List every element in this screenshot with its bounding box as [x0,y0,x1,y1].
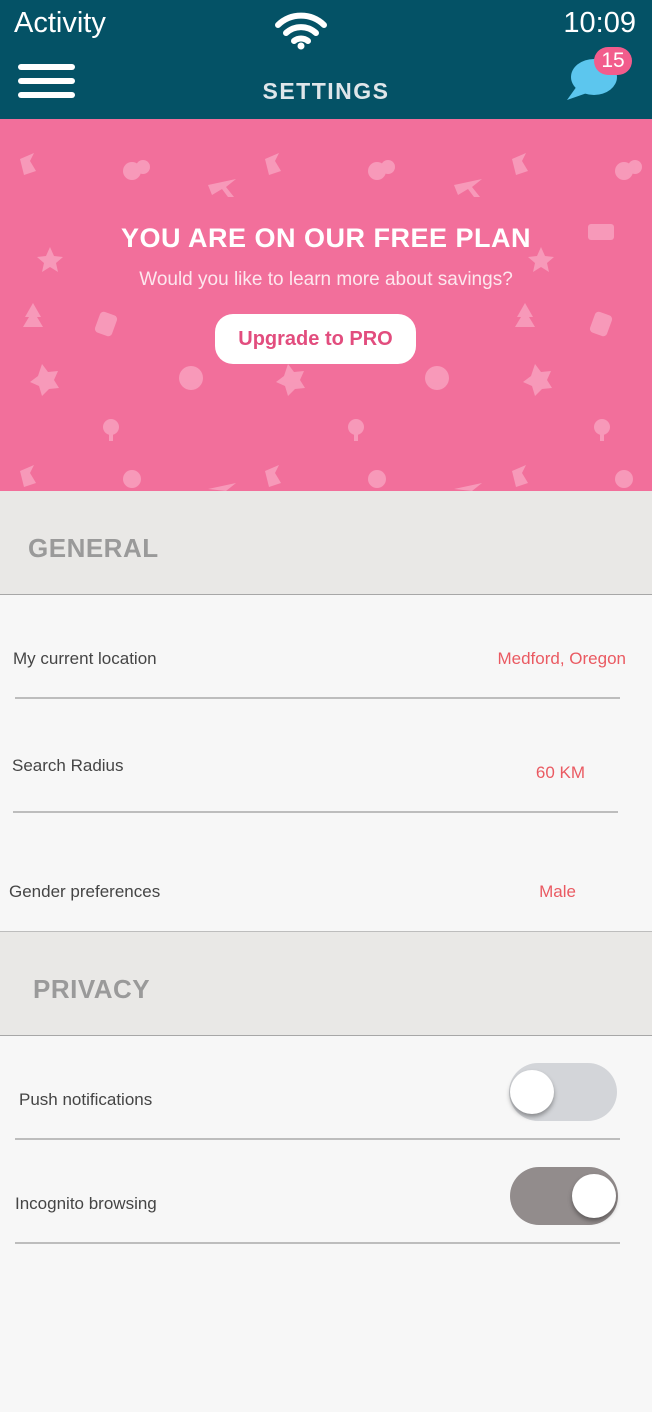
push-notifications-label: Push notifications [19,1090,153,1109]
privacy-heading: PRIVACY [33,974,151,1004]
row-divider [15,1242,620,1244]
incognito-browsing-label: Incognito browsing [15,1194,157,1213]
privacy-section-header: PRIVACY [0,931,652,1036]
status-time: 10:09 [563,7,636,39]
location-label: My current location [13,649,157,668]
general-heading: GENERAL [28,533,159,563]
search-radius-label: Search Radius [12,756,124,775]
banner-subtitle: Would you like to learn more about savin… [139,269,513,290]
banner-pattern [20,153,642,491]
messages-badge: 15 [594,47,632,75]
wifi-icon [275,12,327,50]
push-notifications-toggle[interactable] [509,1063,617,1121]
toggle-knob [510,1070,554,1114]
upgrade-to-pro-button[interactable]: Upgrade to PRO [215,314,416,364]
location-value[interactable]: Medford, Oregon [497,649,626,669]
gender-preferences-value[interactable]: Male [539,882,576,902]
top-bar: Activity 10:09 SETTINGS 15 [0,0,652,119]
promo-banner: YOU ARE ON OUR FREE PLAN Would you like … [0,119,652,491]
general-section-header: GENERAL [0,491,652,595]
page-title: SETTINGS [262,78,390,104]
gender-preferences-label: Gender preferences [9,882,161,901]
row-divider [13,811,618,813]
row-divider [15,1138,620,1140]
incognito-browsing-toggle[interactable] [510,1167,618,1225]
banner-title: YOU ARE ON OUR FREE PLAN [120,223,532,253]
row-divider [15,697,620,699]
toggle-knob [572,1174,616,1218]
search-radius-value[interactable]: 60 KM [536,763,585,783]
status-app-name: Activity [14,7,106,39]
